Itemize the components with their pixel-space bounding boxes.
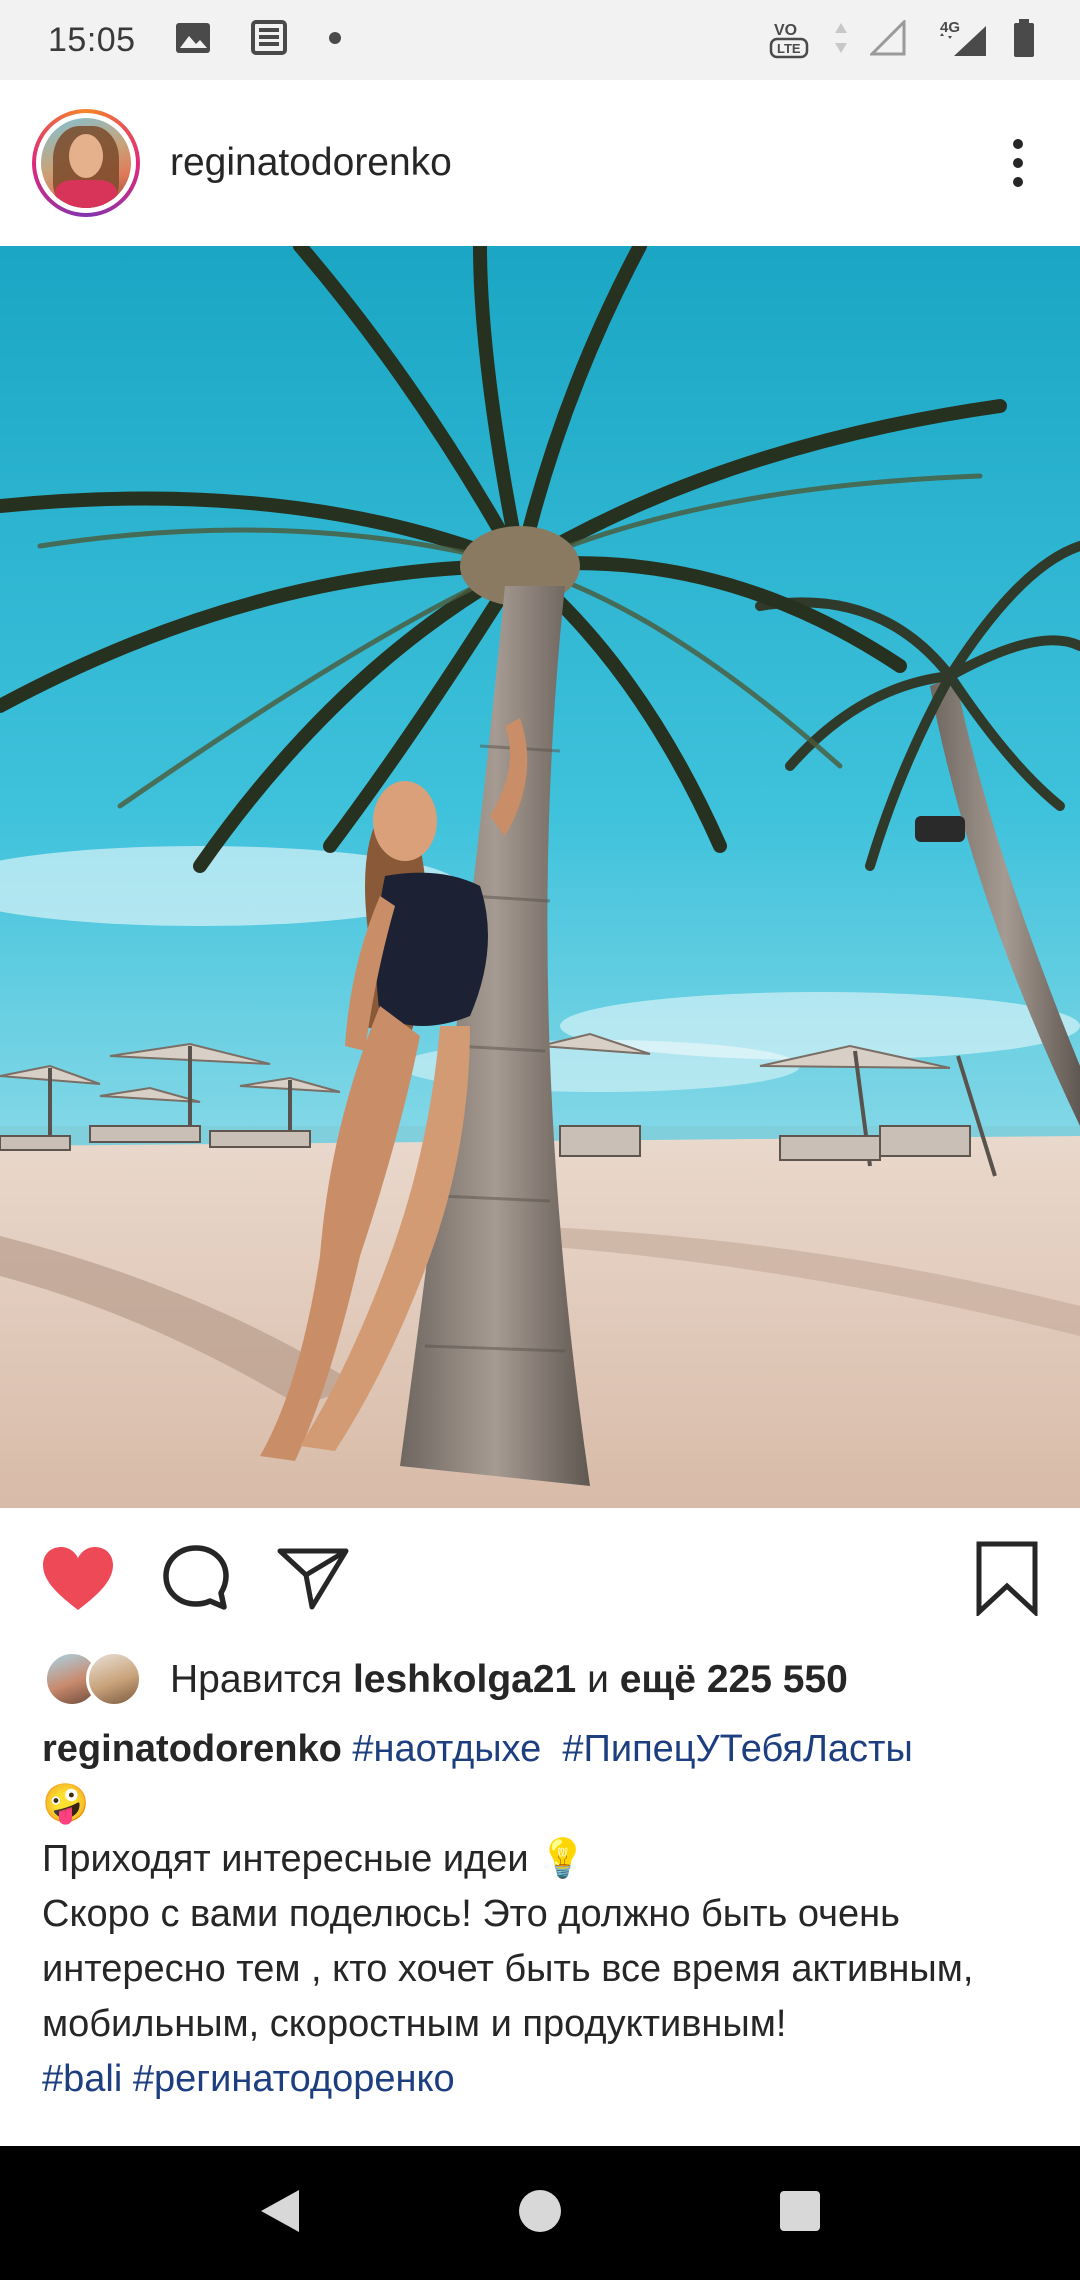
caption-line-2: Скоро с вами поделюсь! Это должно быть о… <box>42 1893 974 2045</box>
news-icon <box>250 18 290 63</box>
post-header: reginatodorenko <box>0 80 1080 246</box>
heart-filled-icon <box>43 1547 113 1610</box>
status-bar: 15:05 VO LTE 4G <box>0 0 1080 80</box>
image-icon <box>174 19 212 62</box>
navigation-bar <box>0 2146 1080 2280</box>
post-actions <box>0 1508 1080 1648</box>
liker-avatars <box>44 1651 144 1709</box>
avatar-image <box>41 118 131 208</box>
comment-button[interactable] <box>160 1542 232 1614</box>
likes-prefix: Нравится <box>170 1658 343 1701</box>
hashtag[interactable]: #bali <box>42 2058 122 2100</box>
status-right: VO LTE 4G <box>768 15 1036 66</box>
bookmark-icon <box>976 1541 1038 1616</box>
likes-row[interactable]: Нравится leshkolga21 и ещё 225 550 <box>44 1648 848 1712</box>
back-triangle-icon[interactable] <box>257 2186 303 2241</box>
avatar <box>86 1651 142 1707</box>
hashtag[interactable]: #ПипецУТебяЛасты <box>562 1728 912 1770</box>
share-button[interactable] <box>276 1545 350 1611</box>
caption-username[interactable]: reginatodorenko <box>42 1728 342 1770</box>
svg-text:LTE: LTE <box>777 41 801 56</box>
save-button[interactable] <box>974 1540 1040 1616</box>
paper-plane-icon <box>277 1548 349 1610</box>
post-username[interactable]: reginatodorenko <box>170 141 452 185</box>
svg-text:VO: VO <box>774 22 797 39</box>
hashtag[interactable]: #регинатодоренко <box>133 2058 455 2100</box>
signal-empty-icon <box>868 17 908 61</box>
recents-square-icon[interactable] <box>777 2188 823 2239</box>
caption-line-1: Приходят интересные идеи <box>42 1838 529 1880</box>
like-button[interactable] <box>40 1544 116 1612</box>
emoji-bulb-icon: 💡 <box>539 1838 587 1880</box>
data-arrows-icon <box>834 21 848 60</box>
likes-count[interactable]: ещё 225 550 <box>620 1658 848 1701</box>
likes-middle: и <box>587 1658 609 1701</box>
more-dots-icon <box>1013 139 1023 149</box>
dot-icon <box>328 31 342 50</box>
emoji-crazy-face-icon: 🤪 <box>42 1783 90 1825</box>
status-time: 15:05 <box>48 20 136 59</box>
liker-username[interactable]: leshkolga21 <box>353 1658 576 1701</box>
post-photo[interactable] <box>0 246 1080 1508</box>
svg-text:4G: 4G <box>940 19 960 36</box>
post-caption: reginatodorenko #наотдыхе #ПипецУТебяЛас… <box>42 1722 1042 2107</box>
battery-icon <box>1012 18 1036 63</box>
likes-text: Нравится leshkolga21 и ещё 225 550 <box>170 1658 848 1702</box>
comment-icon <box>163 1545 229 1610</box>
profile-avatar[interactable] <box>32 109 140 217</box>
more-options-button[interactable] <box>988 123 1048 203</box>
home-circle-icon[interactable] <box>517 2188 563 2239</box>
volte-icon: VO LTE <box>768 15 812 66</box>
status-left: 15:05 <box>48 18 342 63</box>
beach-photo <box>0 246 1080 1508</box>
signal-4g-icon: 4G <box>930 18 990 63</box>
hashtag[interactable]: #наотдыхе <box>352 1728 541 1770</box>
